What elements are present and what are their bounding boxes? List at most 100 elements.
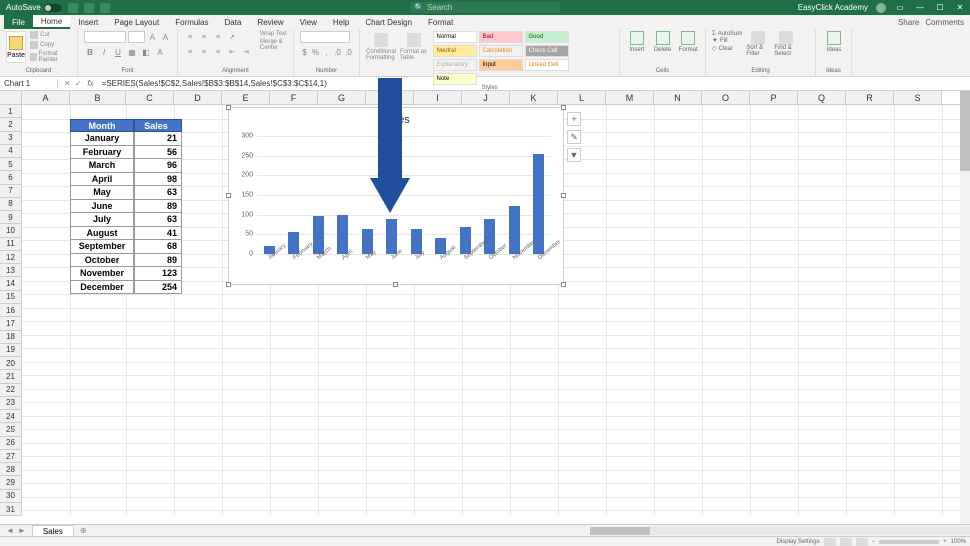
chart-bar[interactable] [337, 215, 348, 254]
autosave-toggle[interactable]: AutoSave [6, 3, 62, 12]
row-header-24[interactable]: 24 [0, 410, 22, 423]
chart-bar[interactable] [484, 219, 495, 254]
chart-handle[interactable] [561, 105, 566, 110]
percent-icon[interactable]: % [311, 46, 320, 58]
formula-input[interactable]: =SERIES(Sales!$C$2,Sales!$B$3:$B$14,Sale… [98, 79, 970, 88]
style-good[interactable]: Good [525, 31, 569, 43]
style-explanatory[interactable]: Explanatory [433, 59, 477, 71]
cell-sales[interactable]: 89 [134, 200, 182, 214]
tab-review[interactable]: Review [249, 15, 291, 29]
cell-sales[interactable]: 41 [134, 227, 182, 241]
chart-handle[interactable] [226, 193, 231, 198]
cell-month[interactable]: June [70, 200, 134, 214]
chart-bar[interactable] [509, 206, 520, 254]
cell-month[interactable]: December [70, 281, 134, 295]
font-color-button[interactable]: A [154, 46, 166, 58]
col-header-I[interactable]: I [414, 91, 462, 104]
ribbon-options-icon[interactable]: ▭ [894, 3, 906, 12]
align-bottom-icon[interactable]: ≡ [212, 31, 224, 43]
comments-button[interactable]: Comments [925, 18, 964, 27]
style-linked-cell[interactable]: Linked Cell [525, 59, 569, 71]
undo-icon[interactable] [84, 3, 94, 13]
col-header-D[interactable]: D [174, 91, 222, 104]
align-right-icon[interactable]: ≡ [212, 46, 224, 58]
increase-font-icon[interactable]: A [147, 31, 158, 43]
align-middle-icon[interactable]: ≡ [198, 31, 210, 43]
tab-format[interactable]: Format [420, 15, 461, 29]
cell-sales[interactable]: 96 [134, 159, 182, 173]
cell-month[interactable]: May [70, 186, 134, 200]
currency-icon[interactable]: $ [300, 46, 309, 58]
zoom-level[interactable]: 100% [951, 539, 966, 545]
row-header-9[interactable]: 9 [0, 211, 22, 224]
table-row[interactable]: May63 [70, 186, 182, 200]
cell-month[interactable]: January [70, 132, 134, 146]
style-input[interactable]: Input [479, 59, 523, 71]
col-header-P[interactable]: P [750, 91, 798, 104]
col-header-L[interactable]: L [558, 91, 606, 104]
table-row[interactable]: November123 [70, 267, 182, 281]
page-layout-view-icon[interactable] [840, 538, 852, 546]
row-header-6[interactable]: 6 [0, 171, 22, 184]
chart-handle[interactable] [226, 105, 231, 110]
table-row[interactable]: July63 [70, 213, 182, 227]
clear-button[interactable]: ◇Clear [712, 45, 742, 52]
row-header-20[interactable]: 20 [0, 357, 22, 370]
row-header-26[interactable]: 26 [0, 437, 22, 450]
cell-sales[interactable]: 56 [134, 146, 182, 160]
cell-sales[interactable]: 123 [134, 267, 182, 281]
tab-help[interactable]: Help [325, 15, 357, 29]
chart-handle[interactable] [561, 193, 566, 198]
style-calculation[interactable]: Calculation [479, 45, 523, 57]
chart-bar[interactable] [386, 219, 397, 254]
maximize-icon[interactable]: ☐ [934, 3, 946, 12]
table-row[interactable]: December254 [70, 281, 182, 295]
cell-month[interactable]: September [70, 240, 134, 254]
table-header-sales[interactable]: Sales [134, 119, 182, 132]
align-left-icon[interactable]: ≡ [184, 46, 196, 58]
cell-styles-gallery[interactable]: Normal Bad Good Neutral Calculation Chec… [433, 31, 614, 85]
zoom-slider[interactable] [879, 540, 939, 544]
normal-view-icon[interactable] [824, 538, 836, 546]
insert-cells-button[interactable]: Insert [626, 31, 648, 53]
cell-month[interactable]: July [70, 213, 134, 227]
tab-data[interactable]: Data [217, 15, 250, 29]
col-header-N[interactable]: N [654, 91, 702, 104]
row-header-19[interactable]: 19 [0, 344, 22, 357]
zoom-in-button[interactable]: + [943, 539, 947, 545]
col-header-Q[interactable]: Q [798, 91, 846, 104]
cell-sales[interactable]: 63 [134, 186, 182, 200]
col-header-C[interactable]: C [126, 91, 174, 104]
decrease-font-icon[interactable]: A [160, 31, 171, 43]
row-header-18[interactable]: 18 [0, 331, 22, 344]
chart-handle[interactable] [561, 282, 566, 287]
comma-icon[interactable]: , [322, 46, 331, 58]
merge-center-button[interactable]: Merge & Center [260, 39, 287, 51]
row-header-4[interactable]: 4 [0, 145, 22, 158]
wrap-text-button[interactable]: Wrap Text [260, 31, 287, 37]
horizontal-scrollbar[interactable] [590, 527, 970, 535]
tab-page-layout[interactable]: Page Layout [106, 15, 167, 29]
row-header-29[interactable]: 29 [0, 476, 22, 489]
col-header-A[interactable]: A [22, 91, 70, 104]
table-row[interactable]: April98 [70, 173, 182, 187]
row-header-27[interactable]: 27 [0, 450, 22, 463]
accept-formula-icon[interactable]: ✓ [75, 79, 82, 88]
tab-file[interactable]: File [4, 15, 33, 29]
table-row[interactable]: February56 [70, 146, 182, 160]
col-header-R[interactable]: R [846, 91, 894, 104]
row-header-11[interactable]: 11 [0, 238, 22, 251]
cut-button[interactable]: Cut [30, 31, 71, 39]
cell-sales[interactable]: 254 [134, 281, 182, 295]
number-format-dropdown[interactable] [300, 31, 350, 43]
cancel-formula-icon[interactable]: ✕ [64, 79, 71, 88]
orientation-icon[interactable]: ↗ [226, 31, 238, 43]
font-size-dropdown[interactable] [128, 31, 145, 43]
chart-elements-button[interactable]: + [567, 112, 581, 126]
scrollbar-thumb[interactable] [960, 91, 970, 171]
style-normal[interactable]: Normal [433, 31, 477, 43]
row-header-3[interactable]: 3 [0, 132, 22, 145]
cell-month[interactable]: October [70, 254, 134, 268]
col-header-G[interactable]: G [318, 91, 366, 104]
cell-month[interactable]: November [70, 267, 134, 281]
